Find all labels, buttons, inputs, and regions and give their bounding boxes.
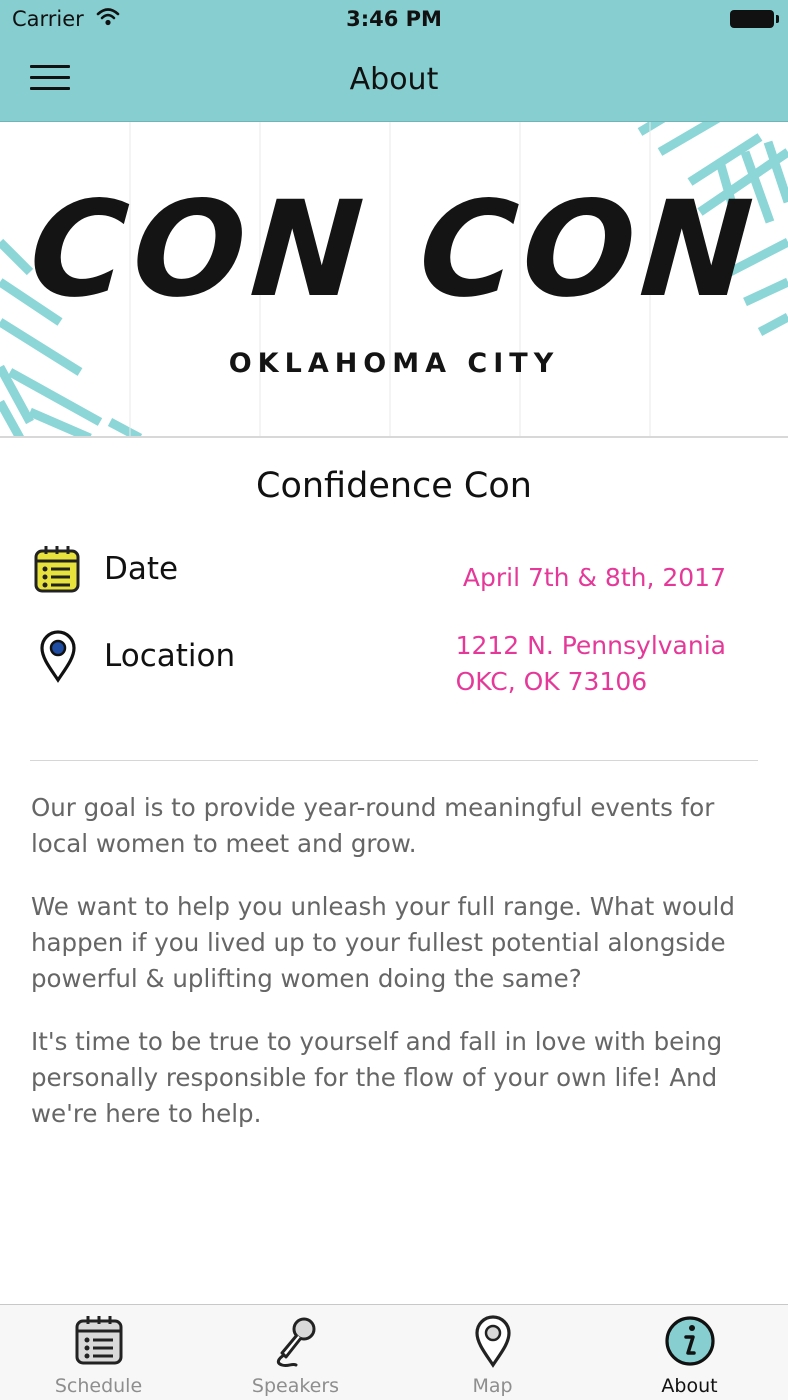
event-banner: CON CON OKLAHOMA CITY <box>0 122 788 438</box>
date-row: Date April 7th & 8th, 2017 <box>32 544 732 600</box>
section-divider <box>30 760 758 761</box>
top-bar: Carrier 3:46 PM About <box>0 0 788 122</box>
tab-schedule-label: Schedule <box>54 1375 143 1397</box>
clock: 3:46 PM <box>346 7 442 31</box>
microphone-icon <box>276 1317 316 1368</box>
tab-schedule[interactable]: Schedule <box>0 1305 197 1400</box>
calendar-icon <box>75 1316 123 1365</box>
info-icon <box>665 1316 715 1366</box>
navigation-bar: About <box>0 40 788 122</box>
page-title: About <box>349 62 439 97</box>
location-row: Location 1212 N. Pennsylvania OKC, OK 73… <box>32 628 732 708</box>
location-label: Location <box>104 638 236 674</box>
calendar-icon <box>32 544 82 598</box>
tab-speakers-label: Speakers <box>251 1375 340 1397</box>
about-paragraph-2: We want to help you unleash your full ra… <box>31 892 735 993</box>
tab-about-label: About <box>661 1375 718 1397</box>
about-paragraph-1: Our goal is to provide year-round meanin… <box>31 793 715 858</box>
logo-subtitle: OKLAHOMA CITY <box>228 348 560 379</box>
tab-map-label: Map <box>472 1375 513 1397</box>
map-pin-icon <box>38 628 78 688</box>
location-address[interactable]: 1212 N. Pennsylvania OKC, OK 73106 <box>456 628 726 700</box>
address-line-1: 1212 N. Pennsylvania <box>455 631 726 660</box>
about-paragraph-3: It's time to be true to yourself and fal… <box>31 1027 723 1128</box>
battery-icon <box>730 10 779 28</box>
logo-wordmark: CON CON <box>25 173 763 327</box>
tab-speakers[interactable]: Speakers <box>197 1305 394 1400</box>
map-pin-icon <box>475 1315 511 1368</box>
tab-bar: Schedule Speakers Map About <box>0 1304 788 1400</box>
status-bar: Carrier 3:46 PM <box>0 0 788 40</box>
address-line-2: OKC, OK 73106 <box>455 667 648 696</box>
tab-map[interactable]: Map <box>394 1305 591 1400</box>
tab-about[interactable]: About <box>591 1305 788 1400</box>
date-value: April 7th & 8th, 2017 <box>462 563 726 592</box>
event-title: Confidence Con <box>256 466 532 506</box>
date-label: Date <box>104 551 179 587</box>
